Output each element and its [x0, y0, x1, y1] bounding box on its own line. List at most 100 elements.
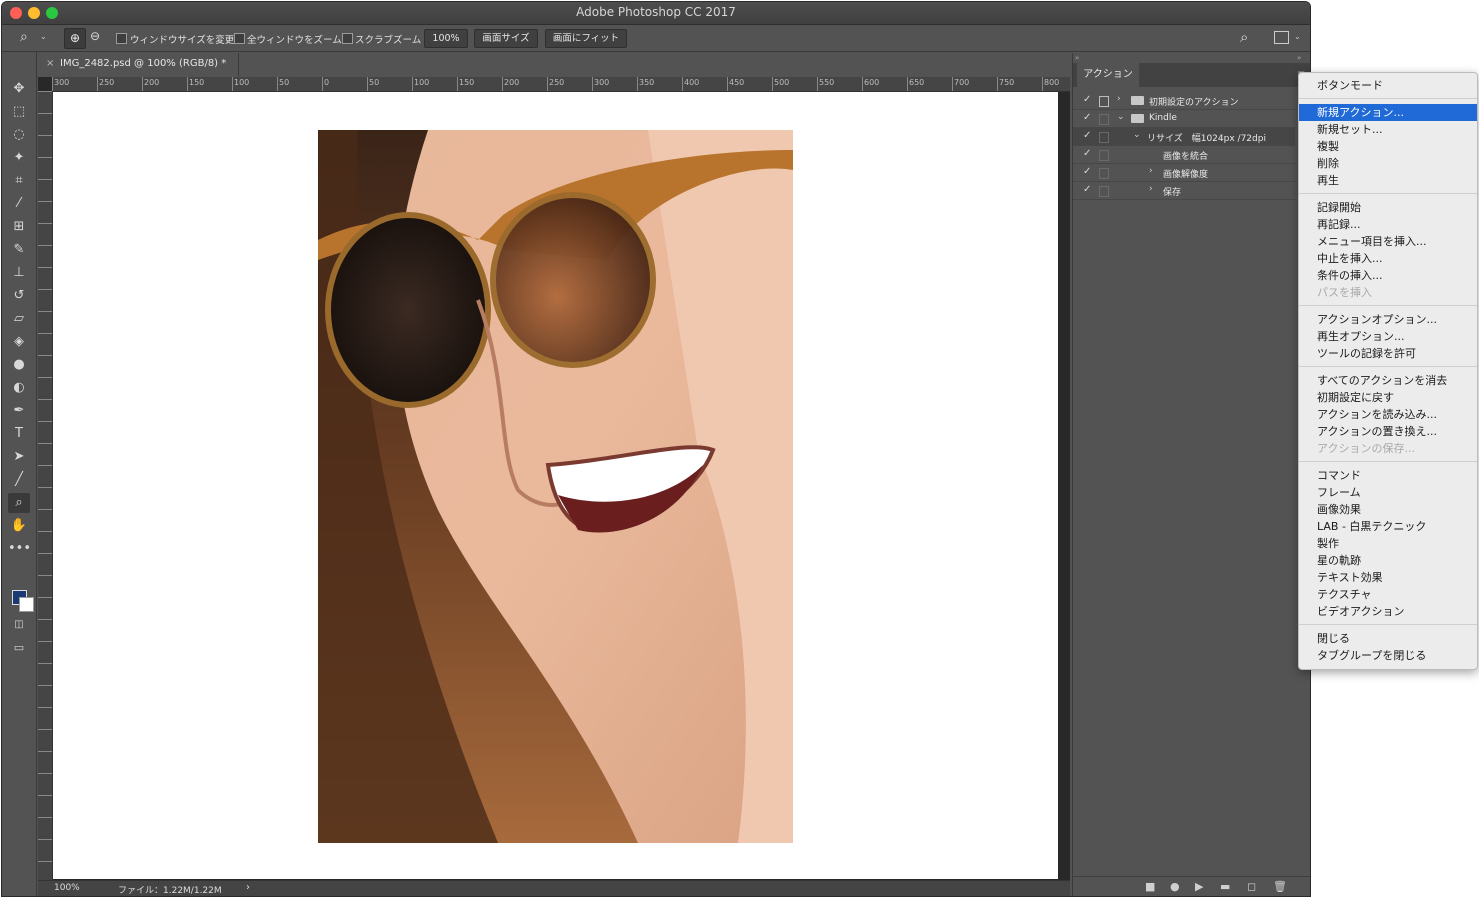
- dialog-toggle[interactable]: [1099, 132, 1109, 143]
- menu-item[interactable]: 削除: [1299, 155, 1477, 172]
- menu-item[interactable]: 条件の挿入...: [1299, 267, 1477, 284]
- close-tab-icon[interactable]: ×: [46, 58, 54, 69]
- menu-item[interactable]: 再記録...: [1299, 216, 1477, 233]
- status-zoom[interactable]: 100%: [54, 883, 80, 893]
- dialog-toggle[interactable]: [1099, 96, 1109, 107]
- new-set-icon[interactable]: ▬: [1220, 880, 1230, 893]
- zoom-out-icon[interactable]: ⊖: [90, 29, 100, 43]
- menu-item[interactable]: 記録開始: [1299, 199, 1477, 216]
- collapse-left-icon[interactable]: »: [1075, 54, 1079, 62]
- more-icon[interactable]: •••: [8, 539, 31, 559]
- move-icon[interactable]: ✥: [8, 79, 30, 99]
- checkmark-icon[interactable]: ✓: [1083, 166, 1091, 177]
- menu-item[interactable]: 星の軌跡: [1299, 552, 1477, 569]
- checkmark-icon[interactable]: ✓: [1083, 130, 1091, 141]
- status-menu-arrow-icon[interactable]: ›: [246, 882, 250, 893]
- dodge-icon[interactable]: ◐: [8, 378, 30, 398]
- background-color-swatch[interactable]: [19, 597, 34, 612]
- screen-mode-icon[interactable]: ▭: [8, 638, 30, 658]
- chevron-down-icon[interactable]: ⌄: [40, 32, 47, 41]
- collapse-right-icon[interactable]: »: [1297, 54, 1301, 62]
- menu-item[interactable]: 画像効果: [1299, 501, 1477, 518]
- quick-mask-icon[interactable]: ◫: [8, 615, 30, 635]
- menu-item[interactable]: ボタンモード: [1299, 77, 1477, 94]
- menu-item[interactable]: メニュー項目を挿入...: [1299, 233, 1477, 250]
- chevron-right-icon[interactable]: ›: [1117, 94, 1121, 104]
- menu-item[interactable]: すべてのアクションを消去: [1299, 372, 1477, 389]
- action-row[interactable]: ✓ ⌄ リサイズ 幅1024px /72dpi: [1073, 128, 1295, 146]
- menu-item[interactable]: 初期設定に戻す: [1299, 389, 1477, 406]
- menu-item[interactable]: コマンド: [1299, 467, 1477, 484]
- checkmark-icon[interactable]: ✓: [1083, 184, 1091, 195]
- line-icon[interactable]: ╱: [8, 470, 30, 490]
- trash-icon[interactable]: 🗑: [1273, 880, 1287, 893]
- menu-item[interactable]: ツールの記録を許可: [1299, 345, 1477, 362]
- menu-item[interactable]: 新規アクション...: [1299, 104, 1477, 121]
- menu-item[interactable]: テキスト効果: [1299, 569, 1477, 586]
- path-select-icon[interactable]: ➤: [8, 447, 30, 467]
- menu-item[interactable]: アクションを読み込み...: [1299, 406, 1477, 423]
- zoom-in-icon[interactable]: ⊕: [64, 28, 86, 49]
- eyedropper-icon[interactable]: ⁄: [8, 194, 30, 214]
- dialog-toggle[interactable]: [1099, 150, 1109, 161]
- workspace-chevron-icon[interactable]: ⌄: [1294, 32, 1301, 41]
- menu-item[interactable]: LAB - 白黒テクニック: [1299, 518, 1477, 535]
- hand-icon[interactable]: ✋: [8, 516, 30, 536]
- resize-windows-checkbox[interactable]: [116, 33, 127, 44]
- action-row[interactable]: ✓ 画像を統合: [1073, 146, 1295, 164]
- history-brush-icon[interactable]: ↺: [8, 286, 30, 306]
- fill-screen-button[interactable]: 画面にフィット: [545, 29, 627, 48]
- brush-icon[interactable]: ✎: [8, 240, 30, 260]
- document-tab[interactable]: × IMG_2482.psd @ 100% (RGB/8) *: [38, 53, 239, 76]
- zoom-value-button[interactable]: 100%: [424, 29, 468, 48]
- bucket-icon[interactable]: ◈: [8, 332, 30, 352]
- menu-item[interactable]: 再生オプション...: [1299, 328, 1477, 345]
- dialog-toggle[interactable]: [1099, 186, 1109, 197]
- action-row[interactable]: ✓ › 画像解像度: [1073, 164, 1295, 182]
- chevron-down-icon[interactable]: ⌄: [1117, 112, 1125, 122]
- chevron-right-icon[interactable]: ›: [1149, 184, 1153, 194]
- dialog-toggle[interactable]: [1099, 168, 1109, 179]
- pen-icon[interactable]: ✒: [8, 401, 30, 421]
- search-icon[interactable]: ⌕: [1240, 28, 1248, 46]
- menu-item[interactable]: 新規セット...: [1299, 121, 1477, 138]
- workspace-icon[interactable]: [1274, 31, 1289, 44]
- action-row[interactable]: ✓ ⌄ Kindle: [1073, 110, 1295, 128]
- crop-icon[interactable]: ⌗: [8, 171, 30, 191]
- menu-item[interactable]: タブグループを閉じる: [1299, 647, 1477, 664]
- chevron-right-icon[interactable]: ›: [1149, 166, 1153, 176]
- menu-item[interactable]: 閉じる: [1299, 630, 1477, 647]
- action-row[interactable]: ✓ › 保存: [1073, 182, 1295, 200]
- scrubby-zoom-checkbox[interactable]: [342, 33, 353, 44]
- patch-icon[interactable]: ⊞: [8, 217, 30, 237]
- menu-item[interactable]: 中止を挿入...: [1299, 250, 1477, 267]
- checkmark-icon[interactable]: ✓: [1083, 94, 1091, 105]
- chevron-down-icon[interactable]: ⌄: [1133, 130, 1141, 140]
- zoom-all-windows-checkbox[interactable]: [234, 33, 245, 44]
- menu-item[interactable]: ビデオアクション: [1299, 603, 1477, 620]
- stamp-icon[interactable]: ⊥: [8, 263, 30, 283]
- checkmark-icon[interactable]: ✓: [1083, 112, 1091, 123]
- zoom-icon[interactable]: ⌕: [8, 493, 30, 513]
- stop-icon[interactable]: ■: [1145, 880, 1155, 893]
- marquee-icon[interactable]: ⬚: [8, 102, 30, 122]
- play-icon[interactable]: ▶: [1195, 880, 1203, 893]
- menu-item[interactable]: アクションオプション...: [1299, 311, 1477, 328]
- menu-item[interactable]: テクスチャ: [1299, 586, 1477, 603]
- dialog-toggle[interactable]: [1099, 114, 1109, 125]
- type-icon[interactable]: T: [8, 424, 30, 444]
- checkmark-icon[interactable]: ✓: [1083, 148, 1091, 159]
- eraser-icon[interactable]: ▱: [8, 309, 30, 329]
- action-row[interactable]: ✓ › 初期設定のアクション: [1073, 92, 1295, 110]
- lasso-icon[interactable]: ◌: [8, 125, 30, 145]
- menu-item[interactable]: 複製: [1299, 138, 1477, 155]
- menu-item[interactable]: フレーム: [1299, 484, 1477, 501]
- menu-item[interactable]: 再生: [1299, 172, 1477, 189]
- magic-wand-icon[interactable]: ✦: [8, 148, 30, 168]
- zoom-tool-preset-icon[interactable]: ⌕: [20, 29, 28, 45]
- fit-screen-button[interactable]: 画面サイズ: [474, 29, 538, 48]
- new-action-icon[interactable]: ◻: [1247, 880, 1256, 893]
- menu-item[interactable]: 製作: [1299, 535, 1477, 552]
- menu-item[interactable]: アクションの置き換え...: [1299, 423, 1477, 440]
- record-icon[interactable]: ●: [1170, 880, 1180, 893]
